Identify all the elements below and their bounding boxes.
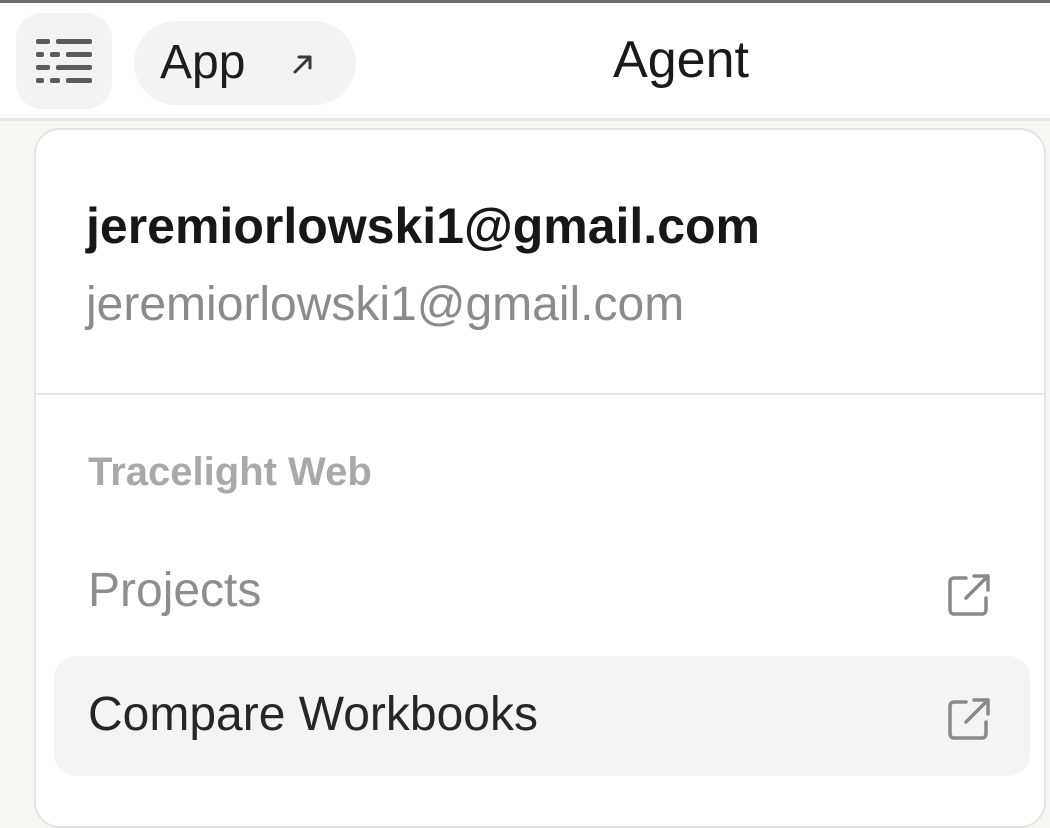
account-email: jeremiorlowski1@gmail.com bbox=[86, 278, 685, 331]
tab-agent[interactable]: Agent bbox=[512, 3, 850, 121]
menu-item-label: Compare Workbooks bbox=[88, 688, 538, 741]
sidebar-toggle-button[interactable] bbox=[16, 13, 112, 109]
menu-divider bbox=[36, 393, 1044, 395]
menu-item-projects[interactable]: Projects bbox=[54, 532, 1030, 652]
top-bar-divider bbox=[0, 118, 1050, 121]
sidebar-menu-icon bbox=[36, 39, 92, 83]
external-link-icon bbox=[948, 574, 990, 616]
external-link-icon bbox=[948, 698, 990, 740]
account-dropdown-menu: jeremiorlowski1@gmail.com jeremiorlowski… bbox=[34, 128, 1046, 828]
account-name: jeremiorlowski1@gmail.com bbox=[86, 198, 760, 254]
menu-item-label: Projects bbox=[88, 564, 262, 617]
arrow-up-right-icon bbox=[293, 55, 312, 74]
app-link-label: App bbox=[160, 36, 246, 89]
top-bar: App Agent bbox=[0, 3, 1050, 121]
app-link-button[interactable]: App bbox=[134, 21, 356, 105]
section-heading-tracelight-web: Tracelight Web bbox=[88, 450, 372, 494]
tab-agent-label: Agent bbox=[613, 31, 749, 89]
menu-item-compare-workbooks[interactable]: Compare Workbooks bbox=[54, 656, 1030, 776]
